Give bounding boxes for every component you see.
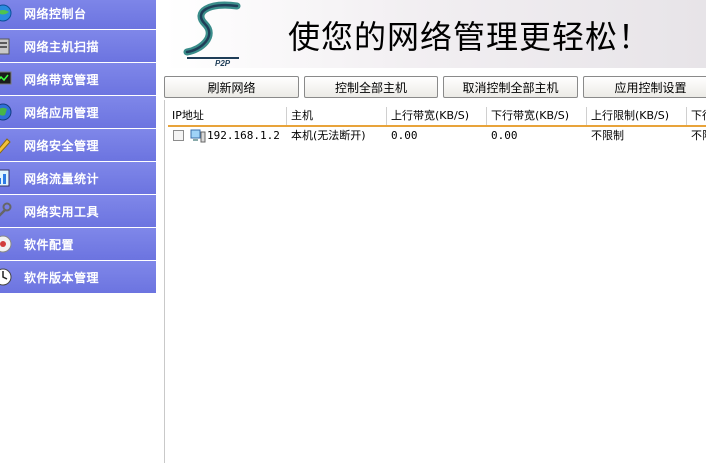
- sidebar-item-label: 网络流量统计: [24, 172, 100, 186]
- sidebar-item-version[interactable]: 软件版本管理: [0, 261, 156, 294]
- banner-slogan: 使您的网络管理更轻松！: [288, 18, 652, 56]
- sidebar-item-config[interactable]: 软件配置: [0, 228, 156, 261]
- logo-text: P2P: [215, 59, 231, 68]
- apply-control-settings-button[interactable]: 应用控制设置: [583, 76, 706, 98]
- divider: [164, 100, 165, 463]
- tools-icon: [0, 202, 12, 217]
- sidebar-item-label: 软件配置: [24, 238, 75, 252]
- sidebar-item-bandwidth[interactable]: 网络带宽管理: [0, 63, 156, 96]
- sidebar-item-label: 网络实用工具: [24, 205, 100, 219]
- cell-download: 0.00: [491, 129, 518, 142]
- sidebar-item-label: 网络带宽管理: [24, 73, 100, 87]
- cell-upload: 0.00: [391, 129, 418, 142]
- cell-ip: 192.168.1.2: [207, 129, 280, 142]
- sidebar-item-app[interactable]: 网络应用管理: [0, 96, 156, 129]
- sidebar-item-security[interactable]: 网络安全管理: [0, 129, 156, 162]
- banner: P2P 使您的网络管理更轻松！: [165, 0, 706, 68]
- cancel-control-all-button[interactable]: 取消控制全部主机: [443, 76, 578, 98]
- monitor-icon: [0, 71, 12, 85]
- sidebar: 网络控制台 网络主机扫描 网络带宽管理 网络应用管理 网络安全管理 网络流量统计…: [0, 0, 156, 463]
- cell-host: 本机(无法断开): [291, 129, 366, 142]
- column-header-upload-limit[interactable]: 上行限制(KB/S): [587, 107, 687, 125]
- column-header-upload[interactable]: 上行带宽(KB/S): [387, 107, 487, 125]
- table-header: IP地址 主机 上行带宽(KB/S) 下行带宽(KB/S) 上行限制(KB/S)…: [168, 107, 706, 127]
- pencil-icon: [0, 138, 11, 154]
- cell-upload-limit: 不限制: [591, 129, 624, 142]
- sidebar-item-label: 网络控制台: [24, 7, 87, 21]
- server-icon: [0, 38, 10, 55]
- refresh-network-button[interactable]: 刷新网络: [164, 76, 299, 98]
- globe-app-icon: [0, 103, 12, 121]
- sidebar-item-label: 网络安全管理: [24, 139, 100, 153]
- control-all-hosts-button[interactable]: 控制全部主机: [304, 76, 438, 98]
- column-header-download-limit[interactable]: 下行: [687, 107, 706, 125]
- column-header-ip[interactable]: IP地址: [168, 107, 287, 125]
- sidebar-item-label: 软件版本管理: [24, 271, 100, 285]
- chart-icon: [0, 169, 10, 187]
- sidebar-item-label: 网络主机扫描: [24, 40, 100, 54]
- column-header-download[interactable]: 下行带宽(KB/S): [487, 107, 587, 125]
- config-icon: [0, 235, 12, 253]
- sidebar-item-label: 网络应用管理: [24, 106, 100, 120]
- sidebar-item-console[interactable]: 网络控制台: [0, 0, 156, 30]
- column-header-host[interactable]: 主机: [287, 107, 387, 125]
- computer-icon: [190, 129, 206, 143]
- row-checkbox[interactable]: [173, 130, 184, 141]
- version-icon: [0, 268, 12, 286]
- sidebar-item-tools[interactable]: 网络实用工具: [0, 195, 156, 228]
- table-row[interactable]: 192.168.1.2 本机(无法断开) 0.00 0.00 不限制 不限: [168, 127, 706, 145]
- host-table: IP地址 主机 上行带宽(KB/S) 下行带宽(KB/S) 上行限制(KB/S)…: [168, 107, 706, 463]
- globe-icon: [0, 4, 12, 22]
- cell-download-limit: 不限: [691, 129, 706, 142]
- p2p-logo: P2P: [183, 1, 241, 68]
- sidebar-item-traffic[interactable]: 网络流量统计: [0, 162, 156, 195]
- sidebar-item-host-scan[interactable]: 网络主机扫描: [0, 30, 156, 63]
